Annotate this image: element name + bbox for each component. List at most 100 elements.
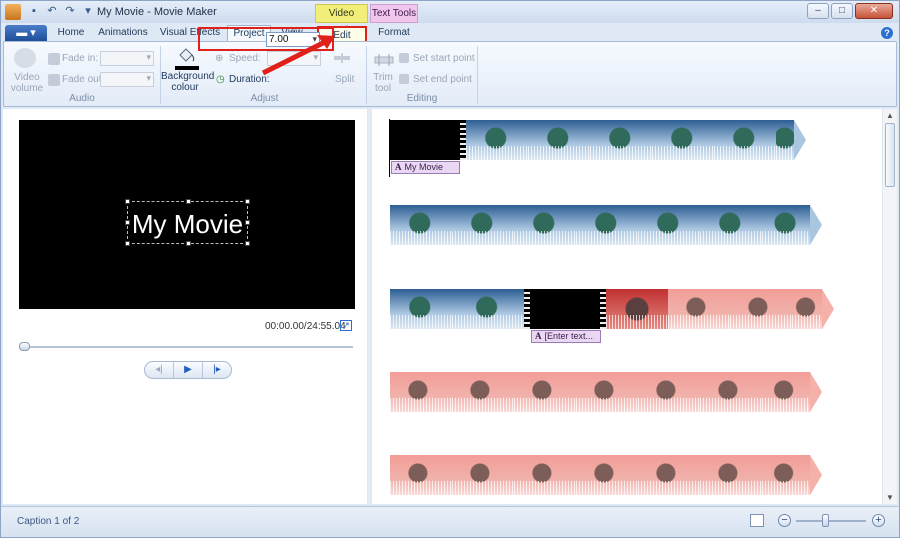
row-continue-arrow <box>794 120 806 160</box>
maximize-icon[interactable]: □ <box>831 3 853 19</box>
storyboard-row <box>390 455 822 495</box>
video-clip[interactable] <box>730 289 792 329</box>
scroll-thumb[interactable] <box>885 123 895 187</box>
trim-tool-icon[interactable] <box>373 54 395 66</box>
fade-out-select[interactable] <box>100 72 154 87</box>
speed-label: Speed: <box>229 53 261 64</box>
caption-tag[interactable]: A [Enter text... <box>531 330 601 343</box>
file-menu-button[interactable]: ▬ ▾ <box>5 25 47 41</box>
title-clip[interactable] <box>390 120 460 160</box>
resize-handle[interactable] <box>125 199 130 204</box>
video-clip[interactable] <box>452 205 514 245</box>
video-clip[interactable] <box>576 205 638 245</box>
video-clip[interactable] <box>700 205 762 245</box>
video-clip[interactable] <box>714 120 776 160</box>
video-clip[interactable] <box>700 455 762 495</box>
zoom-slider-thumb[interactable] <box>822 514 829 527</box>
background-colour-label[interactable]: Background colour <box>161 71 214 93</box>
scroll-up-icon[interactable]: ▲ <box>886 111 894 120</box>
video-clip[interactable] <box>638 205 700 245</box>
seek-bar[interactable] <box>19 342 353 351</box>
video-volume-icon[interactable] <box>14 48 36 68</box>
video-clip[interactable] <box>452 455 514 495</box>
seek-thumb[interactable] <box>19 342 30 351</box>
video-clip[interactable] <box>390 205 452 245</box>
thumbnail-size-icon[interactable] <box>750 514 764 527</box>
help-icon[interactable]: ? <box>881 27 893 39</box>
pane-splitter[interactable] <box>368 109 371 504</box>
zoom-in-icon[interactable]: + <box>872 514 885 527</box>
tab-home[interactable]: Home <box>51 25 91 42</box>
speed-select[interactable] <box>267 51 321 66</box>
video-clip[interactable] <box>514 455 576 495</box>
fade-out-icon <box>48 74 60 86</box>
app-icon[interactable] <box>5 4 21 20</box>
zoom-out-icon[interactable]: − <box>778 514 791 527</box>
video-clip[interactable] <box>390 372 452 412</box>
resize-handle[interactable] <box>186 241 191 246</box>
video-clip[interactable] <box>390 455 452 495</box>
video-clip[interactable] <box>514 205 576 245</box>
redo-icon[interactable]: ↷ <box>63 4 77 18</box>
caption-tag[interactable]: A My Movie <box>391 161 460 174</box>
previous-frame-icon[interactable]: ◂| <box>145 362 173 378</box>
storyboard-scrollbar[interactable]: ▲ ▼ <box>882 109 897 504</box>
video-clip[interactable] <box>776 120 794 160</box>
video-clip[interactable] <box>762 205 810 245</box>
video-clip[interactable] <box>576 455 638 495</box>
fade-in-select[interactable] <box>100 51 154 66</box>
window-controls: – □ ✕ <box>807 3 893 19</box>
duration-input[interactable]: 7.00 <box>266 32 320 47</box>
video-clip[interactable] <box>792 289 822 329</box>
close-icon[interactable]: ✕ <box>855 3 893 19</box>
resize-handle[interactable] <box>125 241 130 246</box>
scroll-down-icon[interactable]: ▼ <box>886 493 894 502</box>
undo-icon[interactable]: ↶ <box>45 4 59 18</box>
preview-monitor[interactable]: My Movie <box>19 120 355 309</box>
title-clip[interactable] <box>530 289 600 329</box>
paint-bucket-icon[interactable] <box>175 46 197 66</box>
duration-label: Duration: <box>229 74 270 85</box>
set-end-point-button[interactable]: Set end point <box>413 74 472 85</box>
save-icon[interactable]: ▪ <box>27 4 41 18</box>
video-clip[interactable] <box>576 372 638 412</box>
video-clip[interactable] <box>700 372 762 412</box>
speed-icon: ⊕ <box>215 53 224 64</box>
video-clip[interactable] <box>528 120 590 160</box>
video-clip[interactable] <box>762 372 810 412</box>
video-clip[interactable] <box>606 289 668 329</box>
tab-animations[interactable]: Animations <box>93 25 153 42</box>
video-clip[interactable] <box>638 372 700 412</box>
set-start-point-button[interactable]: Set start point <box>413 53 475 64</box>
set-start-point-icon <box>399 53 409 63</box>
movie-maker-window: ▪ ↶ ↷ ▾ My Movie - Movie Maker Video Too… <box>0 0 900 538</box>
video-clip[interactable] <box>514 372 576 412</box>
fullscreen-icon[interactable]: ↗ <box>340 320 352 331</box>
split-icon[interactable] <box>333 53 351 63</box>
zoom-slider[interactable] <box>796 520 866 522</box>
next-frame-icon[interactable]: |▸ <box>203 362 231 378</box>
caption-text[interactable]: My Movie <box>128 209 247 240</box>
video-clip[interactable] <box>590 120 652 160</box>
minimize-icon[interactable]: – <box>807 3 829 19</box>
caption-selection-box[interactable]: My Movie <box>125 199 250 246</box>
resize-handle[interactable] <box>245 241 250 246</box>
resize-handle[interactable] <box>186 199 191 204</box>
video-clip[interactable] <box>452 289 524 329</box>
customize-icon[interactable]: ▾ <box>81 4 95 18</box>
storyboard-row <box>390 289 834 329</box>
video-clip[interactable] <box>452 372 514 412</box>
play-icon[interactable]: ▶ <box>173 362 203 378</box>
resize-handle[interactable] <box>245 199 250 204</box>
video-clip[interactable] <box>668 289 730 329</box>
playhead[interactable] <box>389 119 390 177</box>
tab-format[interactable]: Format <box>372 25 416 42</box>
video-clip[interactable] <box>390 289 452 329</box>
set-end-point-icon <box>399 74 409 84</box>
video-clip[interactable] <box>638 455 700 495</box>
video-clip[interactable] <box>652 120 714 160</box>
video-clip[interactable] <box>762 455 810 495</box>
editing-group-label: Editing <box>406 93 438 104</box>
video-clip[interactable] <box>466 120 528 160</box>
ribbon: Video volume Fade in: Fade out: Audio Ba… <box>3 41 897 107</box>
